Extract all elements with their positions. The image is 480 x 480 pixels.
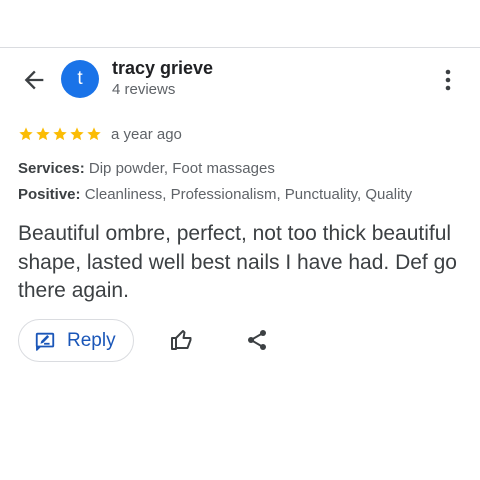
avatar[interactable]: t [61,60,99,98]
arrow-back-icon[interactable] [20,66,48,94]
positive-label: Positive: [18,186,81,203]
rating-row: a year ago [18,124,182,144]
star-icon [36,127,50,141]
star-rating [18,126,102,142]
services-row: Services: Dip powder, Foot massages [18,160,275,177]
review-text: Beautiful ombre, perfect, not too thick … [18,222,457,302]
review-date: a year ago [111,125,182,143]
reply-button[interactable]: Reply [18,319,134,362]
review-header: t tracy grieve 4 reviews [0,58,480,104]
author-review-count: 4 reviews [112,81,176,98]
top-bar [0,0,480,48]
positive-row: Positive: Cleanliness, Professionalism, … [18,186,412,203]
services-label: Services: [18,160,85,177]
share-icon[interactable] [245,328,269,352]
thumb-up-icon[interactable] [170,328,194,352]
star-icon [53,127,67,141]
more-vert-icon[interactable] [436,66,460,94]
star-icon [19,127,33,141]
star-icon [87,127,101,141]
services-value: Dip powder, Foot massages [88,160,275,177]
author-name[interactable]: tracy grieve [112,58,213,79]
reply-edit-icon [35,332,55,351]
star-icon [70,127,84,141]
positive-value: Cleanliness, Professionalism, Punctualit… [84,186,413,203]
reply-label: Reply [67,329,116,351]
